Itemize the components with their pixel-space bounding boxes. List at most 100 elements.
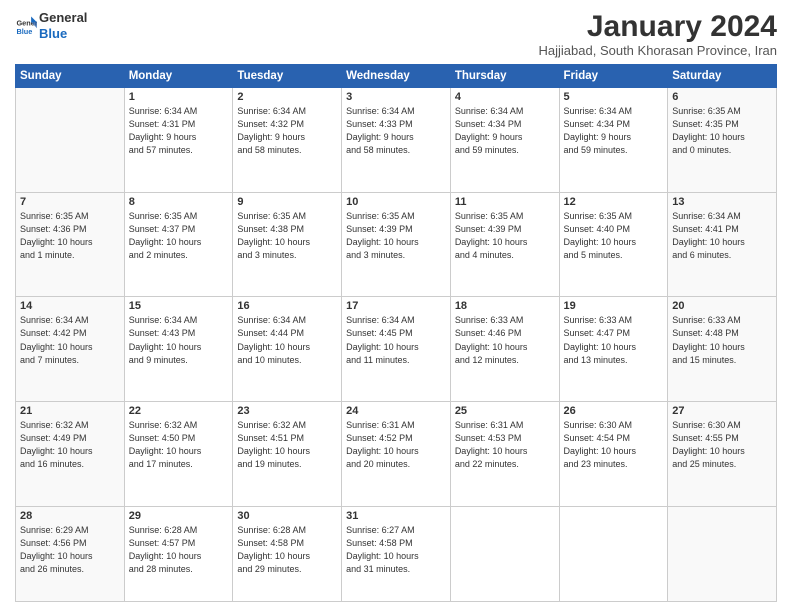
day-number: 9 [237,196,337,208]
title-block: January 2024 Hajjiabad, South Khorasan P… [539,10,777,58]
day-info: Sunrise: 6:35 AMSunset: 4:37 PMDaylight:… [129,210,229,262]
day-number: 5 [564,91,664,103]
location-title: Hajjiabad, South Khorasan Province, Iran [539,43,777,58]
day-info: Sunrise: 6:34 AMSunset: 4:33 PMDaylight:… [346,105,446,157]
day-number: 13 [672,196,772,208]
day-info: Sunrise: 6:27 AMSunset: 4:58 PMDaylight:… [346,524,446,576]
calendar-week-2: 7 Sunrise: 6:35 AMSunset: 4:36 PMDaylight… [16,192,777,297]
day-number: 8 [129,196,229,208]
day-info: Sunrise: 6:31 AMSunset: 4:53 PMDaylight:… [455,419,555,471]
day-number: 14 [20,300,120,312]
day-info: Sunrise: 6:32 AMSunset: 4:50 PMDaylight:… [129,419,229,471]
day-number: 24 [346,405,446,417]
calendar-cell: 30 Sunrise: 6:28 AMSunset: 4:58 PMDayligh… [233,506,342,601]
day-info: Sunrise: 6:30 AMSunset: 4:54 PMDaylight:… [564,419,664,471]
calendar-cell [559,506,668,601]
day-number: 15 [129,300,229,312]
day-info: Sunrise: 6:30 AMSunset: 4:55 PMDaylight:… [672,419,772,471]
day-number: 7 [20,196,120,208]
day-number: 21 [20,405,120,417]
day-info: Sunrise: 6:34 AMSunset: 4:34 PMDaylight:… [564,105,664,157]
day-info: Sunrise: 6:35 AMSunset: 4:36 PMDaylight:… [20,210,120,262]
col-header-monday: Monday [124,65,233,88]
calendar-cell: 24 Sunrise: 6:31 AMSunset: 4:52 PMDayligh… [342,402,451,507]
day-number: 18 [455,300,555,312]
calendar-cell: 31 Sunrise: 6:27 AMSunset: 4:58 PMDayligh… [342,506,451,601]
calendar-week-3: 14 Sunrise: 6:34 AMSunset: 4:42 PMDayligh… [16,297,777,402]
calendar-cell: 8 Sunrise: 6:35 AMSunset: 4:37 PMDaylight… [124,192,233,297]
calendar-cell: 17 Sunrise: 6:34 AMSunset: 4:45 PMDayligh… [342,297,451,402]
calendar-cell: 5 Sunrise: 6:34 AMSunset: 4:34 PMDaylight… [559,88,668,193]
calendar-cell: 2 Sunrise: 6:34 AMSunset: 4:32 PMDaylight… [233,88,342,193]
calendar-cell: 27 Sunrise: 6:30 AMSunset: 4:55 PMDayligh… [668,402,777,507]
day-info: Sunrise: 6:33 AMSunset: 4:48 PMDaylight:… [672,314,772,366]
calendar-cell: 25 Sunrise: 6:31 AMSunset: 4:53 PMDayligh… [450,402,559,507]
day-info: Sunrise: 6:35 AMSunset: 4:39 PMDaylight:… [455,210,555,262]
calendar-cell: 19 Sunrise: 6:33 AMSunset: 4:47 PMDayligh… [559,297,668,402]
day-number: 4 [455,91,555,103]
calendar-cell: 12 Sunrise: 6:35 AMSunset: 4:40 PMDayligh… [559,192,668,297]
day-number: 3 [346,91,446,103]
day-info: Sunrise: 6:32 AMSunset: 4:49 PMDaylight:… [20,419,120,471]
calendar-cell: 29 Sunrise: 6:28 AMSunset: 4:57 PMDayligh… [124,506,233,601]
day-number: 16 [237,300,337,312]
calendar-cell: 3 Sunrise: 6:34 AMSunset: 4:33 PMDaylight… [342,88,451,193]
day-info: Sunrise: 6:34 AMSunset: 4:44 PMDaylight:… [237,314,337,366]
day-info: Sunrise: 6:33 AMSunset: 4:47 PMDaylight:… [564,314,664,366]
day-info: Sunrise: 6:34 AMSunset: 4:34 PMDaylight:… [455,105,555,157]
calendar-cell: 22 Sunrise: 6:32 AMSunset: 4:50 PMDayligh… [124,402,233,507]
calendar-cell: 13Sunrise: 6:34 AMSunset: 4:41 PMDayligh… [668,192,777,297]
day-number: 19 [564,300,664,312]
day-number: 25 [455,405,555,417]
logo-blue: Blue [39,26,67,41]
calendar-cell: 26Sunrise: 6:30 AMSunset: 4:54 PMDayligh… [559,402,668,507]
col-header-wednesday: Wednesday [342,65,451,88]
header: General Blue General Blue January 2024 H… [15,10,777,58]
day-number: 28 [20,510,120,522]
day-number: 2 [237,91,337,103]
calendar-cell: 28 Sunrise: 6:29 AMSunset: 4:56 PMDayligh… [16,506,125,601]
day-info: Sunrise: 6:32 AMSunset: 4:51 PMDaylight:… [237,419,337,471]
logo-general: General [39,10,87,25]
day-info: Sunrise: 6:28 AMSunset: 4:57 PMDaylight:… [129,524,229,576]
day-info: Sunrise: 6:34 AMSunset: 4:43 PMDaylight:… [129,314,229,366]
calendar-cell [668,506,777,601]
svg-text:Blue: Blue [16,27,32,36]
calendar-cell: 10Sunrise: 6:35 AMSunset: 4:39 PMDayligh… [342,192,451,297]
day-info: Sunrise: 6:31 AMSunset: 4:52 PMDaylight:… [346,419,446,471]
day-info: Sunrise: 6:34 AMSunset: 4:32 PMDaylight:… [237,105,337,157]
day-number: 30 [237,510,337,522]
col-header-tuesday: Tuesday [233,65,342,88]
logo-icon: General Blue [15,15,37,37]
calendar-cell: 11 Sunrise: 6:35 AMSunset: 4:39 PMDayligh… [450,192,559,297]
calendar-table: SundayMondayTuesdayWednesdayThursdayFrid… [15,64,777,602]
calendar-cell: 20Sunrise: 6:33 AMSunset: 4:48 PMDayligh… [668,297,777,402]
calendar-cell: 15 Sunrise: 6:34 AMSunset: 4:43 PMDayligh… [124,297,233,402]
calendar-cell [450,506,559,601]
col-header-saturday: Saturday [668,65,777,88]
header-row: SundayMondayTuesdayWednesdayThursdayFrid… [16,65,777,88]
day-number: 27 [672,405,772,417]
calendar-cell: 18Sunrise: 6:33 AMSunset: 4:46 PMDayligh… [450,297,559,402]
col-header-friday: Friday [559,65,668,88]
calendar-cell: 9Sunrise: 6:35 AMSunset: 4:38 PMDaylight… [233,192,342,297]
logo-text: General Blue [39,10,87,41]
day-number: 12 [564,196,664,208]
day-number: 11 [455,196,555,208]
day-info: Sunrise: 6:35 AMSunset: 4:39 PMDaylight:… [346,210,446,262]
day-info: Sunrise: 6:28 AMSunset: 4:58 PMDaylight:… [237,524,337,576]
day-info: Sunrise: 6:34 AMSunset: 4:42 PMDaylight:… [20,314,120,366]
day-info: Sunrise: 6:29 AMSunset: 4:56 PMDaylight:… [20,524,120,576]
day-info: Sunrise: 6:35 AMSunset: 4:40 PMDaylight:… [564,210,664,262]
day-number: 29 [129,510,229,522]
calendar-week-4: 21 Sunrise: 6:32 AMSunset: 4:49 PMDayligh… [16,402,777,507]
calendar-cell: 7 Sunrise: 6:35 AMSunset: 4:36 PMDaylight… [16,192,125,297]
calendar-cell: 21 Sunrise: 6:32 AMSunset: 4:49 PMDayligh… [16,402,125,507]
day-number: 17 [346,300,446,312]
calendar-cell: 14 Sunrise: 6:34 AMSunset: 4:42 PMDayligh… [16,297,125,402]
day-info: Sunrise: 6:34 AMSunset: 4:45 PMDaylight:… [346,314,446,366]
day-number: 22 [129,405,229,417]
day-number: 31 [346,510,446,522]
calendar-page: General Blue General Blue January 2024 H… [0,0,792,612]
calendar-cell: 6Sunrise: 6:35 AMSunset: 4:35 PMDaylight… [668,88,777,193]
